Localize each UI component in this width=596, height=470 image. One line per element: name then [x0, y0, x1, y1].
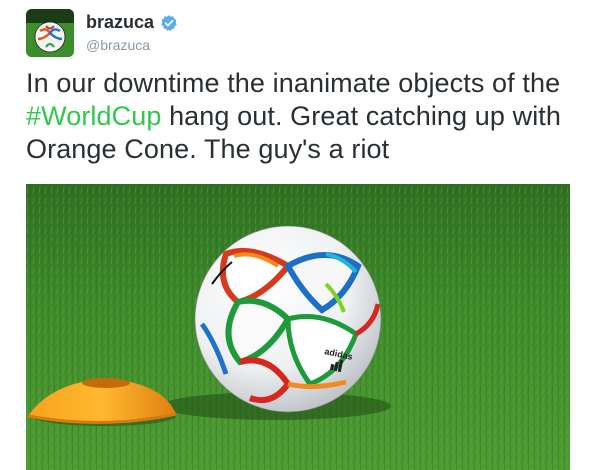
tweet-photo[interactable]: adidas: [26, 184, 570, 470]
avatar[interactable]: [26, 9, 74, 57]
user-handle[interactable]: @brazuca: [86, 37, 150, 53]
display-name[interactable]: brazuca: [86, 12, 154, 33]
soccer-ball: adidas: [194, 225, 382, 413]
tweet-text-start: In our downtime the inanimate objects of…: [26, 68, 561, 98]
tweet-text: In our downtime the inanimate objects of…: [26, 67, 571, 166]
soccer-ball-avatar-icon: [26, 9, 74, 57]
user-name-row: brazuca: [86, 12, 178, 33]
photo-soccer-ball-and-cone-icon: adidas: [26, 184, 570, 470]
verified-badge-icon: [161, 14, 177, 31]
hashtag-link[interactable]: #WorldCup: [26, 101, 161, 131]
